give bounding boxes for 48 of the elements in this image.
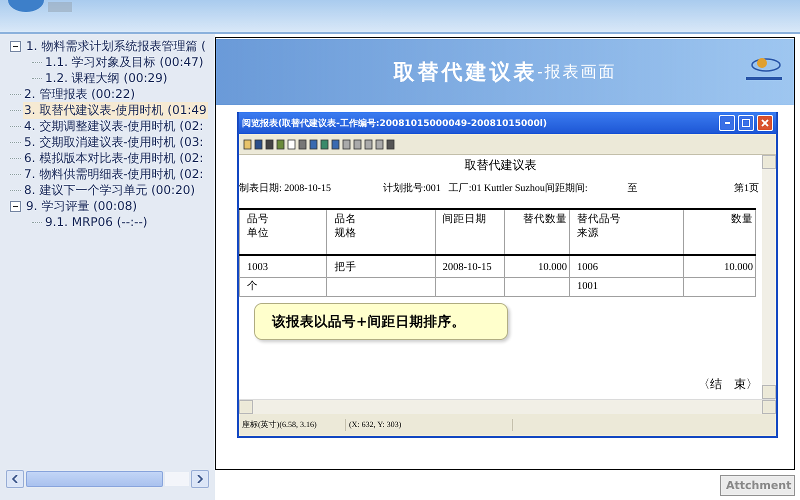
table-cell: 10.000 xyxy=(504,255,570,296)
tree-item[interactable]: 1.1. 学习对象及目标 (00:47) xyxy=(44,54,204,70)
vertical-scrollbar[interactable] xyxy=(762,155,776,399)
tree-item[interactable]: 4. 交期调整建议表-使用时机 (02: xyxy=(23,118,204,134)
horizontal-scrollbar[interactable] xyxy=(239,399,776,414)
tree-item[interactable]: 3. 取替代建议表-使用时机 (01:49 xyxy=(23,102,208,118)
tree-item[interactable]: 7. 物料供需明细表-使用时机 (02: xyxy=(23,166,204,182)
report-meta-text: 第1页 xyxy=(734,182,759,195)
chevron-left-icon xyxy=(12,475,18,483)
table-cell: 1003 个 xyxy=(240,255,327,296)
maximize-icon[interactable] xyxy=(738,115,754,131)
scroll-right-button[interactable] xyxy=(191,470,209,488)
status-text: (X: 632, Y: 303) xyxy=(346,419,513,431)
column-header: 品名 规格 xyxy=(326,209,436,255)
report-title: 取替代建议表 xyxy=(464,157,538,174)
column-header: 替代品号 来源 xyxy=(570,209,684,255)
window-title: 阅览报表(取替代建议表-工作编号:20081015000049-20081015000l) xyxy=(242,117,548,130)
column-header: 数量 xyxy=(684,209,756,255)
report-meta-text: 工厂:01 Kuttler Suzhou间距期间: xyxy=(448,182,588,195)
column-header: 替代数量 xyxy=(504,209,570,255)
table-cell: 2008-10-15 xyxy=(435,255,505,296)
tree-item[interactable]: 2. 管理报表 (00:22) xyxy=(23,86,136,102)
report-meta-text: 制表日期: 2008-10-15 xyxy=(239,182,331,195)
report-meta-text: 至 xyxy=(628,182,638,195)
tree-item[interactable]: 5. 交期取消建议表-使用时机 (03: xyxy=(23,134,204,150)
minimize-icon[interactable] xyxy=(719,115,735,131)
slide-subtitle: -报表画面 xyxy=(537,62,617,82)
table-cell: 10.000 xyxy=(684,255,756,296)
slide-title: 取替代建议表 xyxy=(393,58,538,86)
chevron-right-icon xyxy=(197,475,203,483)
tree-item[interactable]: 1.2. 课程大纲 (00:29) xyxy=(44,70,168,86)
tree-item[interactable]: 9.1. MRP06 (--:--) xyxy=(44,215,148,229)
table-cell: 把手 xyxy=(326,255,436,296)
tree-item[interactable]: 1. 物料需求计划系统报表管理篇 ( xyxy=(25,38,207,54)
collapse-toggle-icon[interactable] xyxy=(10,200,21,212)
column-header: 品号 单位 xyxy=(240,209,327,255)
collapse-toggle-icon[interactable] xyxy=(10,40,21,52)
report-meta-text: 计划批号:001 xyxy=(382,182,441,195)
tree-item[interactable]: 9. 学习评量 (00:08) xyxy=(25,198,138,214)
scroll-left-button[interactable] xyxy=(6,470,24,488)
close-icon[interactable] xyxy=(757,115,773,131)
callout-note: 该报表以品号+间距日期排序。 xyxy=(254,303,508,340)
tree-item[interactable]: 6. 模拟版本对比表-使用时机 (02: xyxy=(23,150,204,166)
status-text: 座标(英寸)(6.58, 3.16) xyxy=(239,419,346,431)
column-header: 间距日期 xyxy=(435,209,505,255)
tree-item[interactable]: 8. 建议下一个学习单元 (00:20) xyxy=(23,182,196,198)
scrollbar-thumb[interactable] xyxy=(26,471,163,487)
table-cell: 1006 1001 xyxy=(570,255,684,296)
